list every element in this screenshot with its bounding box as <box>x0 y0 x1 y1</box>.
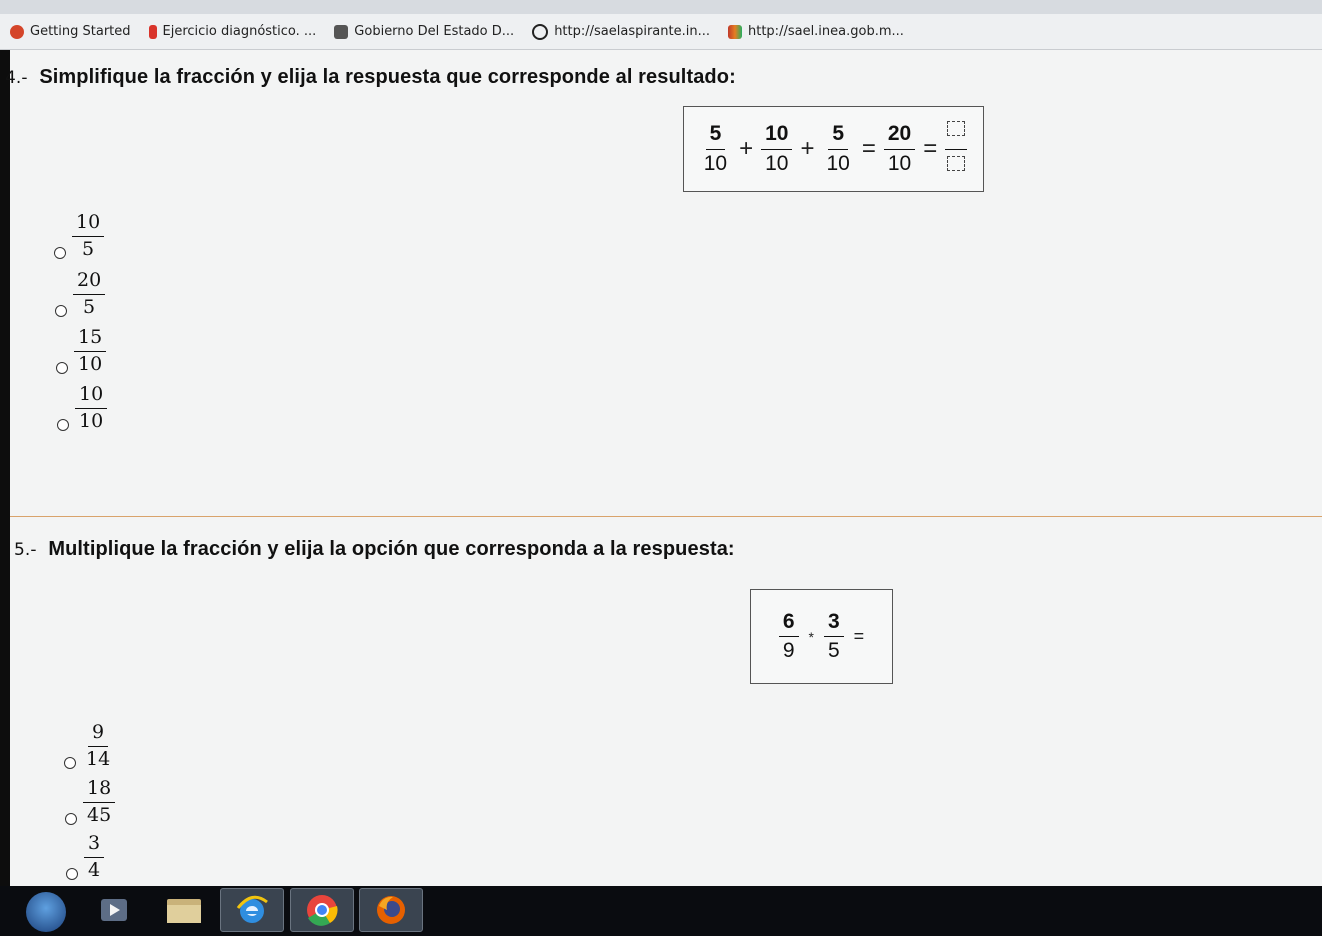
equals-operator: = <box>861 135 876 162</box>
firefox-icon <box>10 24 24 39</box>
question-5-option-3[interactable]: 34 <box>66 832 105 882</box>
question-4-number: 4.- <box>5 68 28 88</box>
question-5-text: Multiplique la fracción y elija la opció… <box>48 538 735 560</box>
bookmark-label: Gobierno Del Estado D... <box>354 24 515 39</box>
building-icon <box>334 24 349 39</box>
question-5-option-2[interactable]: 18 45 <box>65 777 116 827</box>
option-fraction: 18 45 <box>83 777 116 827</box>
equals-operator: = <box>923 135 938 162</box>
taskbar <box>0 886 1322 936</box>
question-5-option-1[interactable]: 9 14 <box>64 721 114 771</box>
fraction: 5 10 <box>826 122 850 175</box>
radio-button[interactable] <box>57 418 69 431</box>
numerator-blank[interactable] <box>947 121 966 137</box>
option-fraction: 15 10 <box>74 326 107 376</box>
question-5-equation-box: 69 * 35 = <box>750 589 893 684</box>
question-4-title: 4.- Simplifique la fracción y elija la r… <box>5 66 736 89</box>
file-explorer-icon[interactable] <box>152 888 216 932</box>
option-fraction: 10 10 <box>75 383 108 433</box>
option-fraction: 10 5 <box>72 211 105 261</box>
fraction: 5 10 <box>703 122 728 175</box>
fraction: 35 <box>823 610 844 663</box>
plus-operator: + <box>800 135 815 162</box>
screen-left-edge <box>0 50 10 886</box>
radio-button[interactable] <box>64 756 76 769</box>
chrome-icon[interactable] <box>290 888 354 932</box>
bookmark-getting-started[interactable]: Getting Started <box>10 24 131 39</box>
start-button[interactable] <box>26 892 66 932</box>
question-5-number: 5.- <box>14 540 37 560</box>
question-4-option-4[interactable]: 10 10 <box>57 383 108 433</box>
bookmark-sael-inea[interactable]: http://sael.inea.gob.m... <box>728 24 904 39</box>
page-content <box>0 50 1322 886</box>
flag-icon <box>148 24 157 39</box>
option-fraction: 20 5 <box>73 269 106 319</box>
bookmark-label: http://saelaspirante.in... <box>554 24 710 39</box>
radio-button[interactable] <box>54 246 66 259</box>
radio-button[interactable] <box>65 812 77 825</box>
bookmark-label: Ejercicio diagnóstico. ... <box>162 24 317 39</box>
fraction: 20 10 <box>883 122 916 175</box>
radio-button[interactable] <box>66 867 78 880</box>
question-4-equation-box: 5 10 + 10 10 + 5 10 = 20 10 = <box>683 106 984 192</box>
answer-blank-fraction[interactable] <box>945 118 968 179</box>
radio-button[interactable] <box>55 304 67 317</box>
section-divider <box>10 516 1322 517</box>
equals-operator: = <box>853 626 865 646</box>
firefox-icon[interactable] <box>359 888 423 932</box>
question-4-option-1[interactable]: 10 5 <box>54 211 105 261</box>
internet-explorer-icon[interactable] <box>220 888 284 932</box>
option-fraction: 9 14 <box>86 721 111 770</box>
question-4-text: Simplifique la fracción y elija la respu… <box>39 66 736 88</box>
option-fraction: 34 <box>84 832 105 882</box>
media-player-icon[interactable] <box>82 888 146 932</box>
fraction: 69 <box>778 610 799 663</box>
bookmark-ejercicio[interactable]: Ejercicio diagnóstico. ... <box>148 24 317 39</box>
radio-button[interactable] <box>56 361 68 374</box>
window-top-strip <box>0 0 1322 14</box>
bookmark-gobierno[interactable]: Gobierno Del Estado D... <box>334 24 514 39</box>
bookmark-label: http://sael.inea.gob.m... <box>748 24 904 39</box>
globe-icon <box>532 23 549 40</box>
question-4-option-3[interactable]: 15 10 <box>56 326 107 376</box>
multiply-operator: * <box>808 628 814 645</box>
plus-operator: + <box>739 135 754 162</box>
question-4-option-2[interactable]: 20 5 <box>55 269 106 319</box>
bookmark-saelaspirante[interactable]: http://saelaspirante.in... <box>532 23 710 40</box>
bookmark-label: Getting Started <box>30 24 131 39</box>
denominator-blank[interactable] <box>947 155 966 171</box>
bookmarks-bar: Getting Started Ejercicio diagnóstico. .… <box>0 14 1322 50</box>
sael-icon <box>728 24 742 39</box>
question-5-title: 5.- Multiplique la fracción y elija la o… <box>14 538 735 561</box>
fraction: 10 10 <box>761 122 793 175</box>
